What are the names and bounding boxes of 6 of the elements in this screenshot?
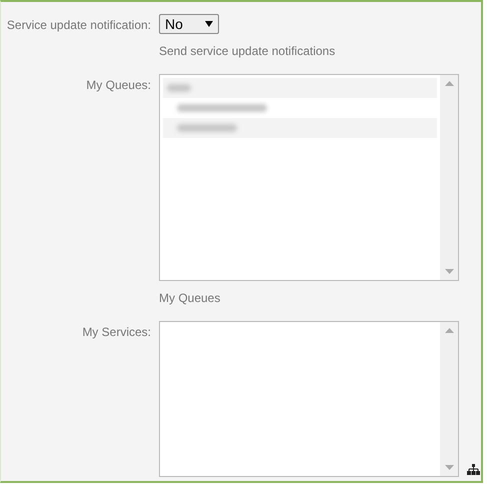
select-dropdown[interactable]: No xyxy=(159,14,219,34)
field-label: My Queues: xyxy=(86,77,151,94)
field-label: Service update notification: xyxy=(6,17,151,34)
field-hint: Send service update notifications xyxy=(159,44,336,58)
field-hint: My Queues xyxy=(159,291,222,305)
field-label: My Services: xyxy=(82,324,151,341)
